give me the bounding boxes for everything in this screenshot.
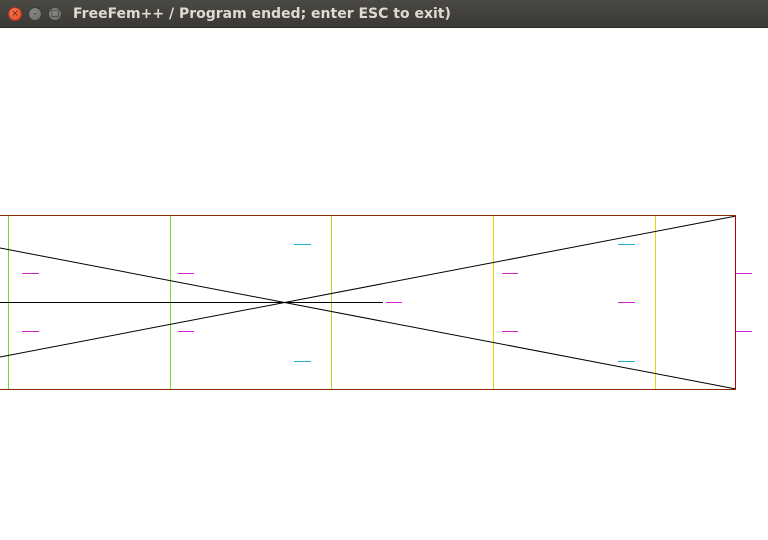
title-bar[interactable]: × – □ FreeFem++ / Program ended; enter E… — [0, 0, 768, 28]
close-icon[interactable]: × — [8, 7, 22, 21]
mesh-edge — [0, 215, 737, 358]
window-title: FreeFem++ / Program ended; enter ESC to … — [73, 6, 451, 22]
minimize-icon[interactable]: – — [28, 7, 42, 21]
plot-canvas — [0, 215, 752, 390]
mesh-edge — [0, 247, 737, 390]
maximize-icon[interactable]: □ — [48, 7, 62, 21]
